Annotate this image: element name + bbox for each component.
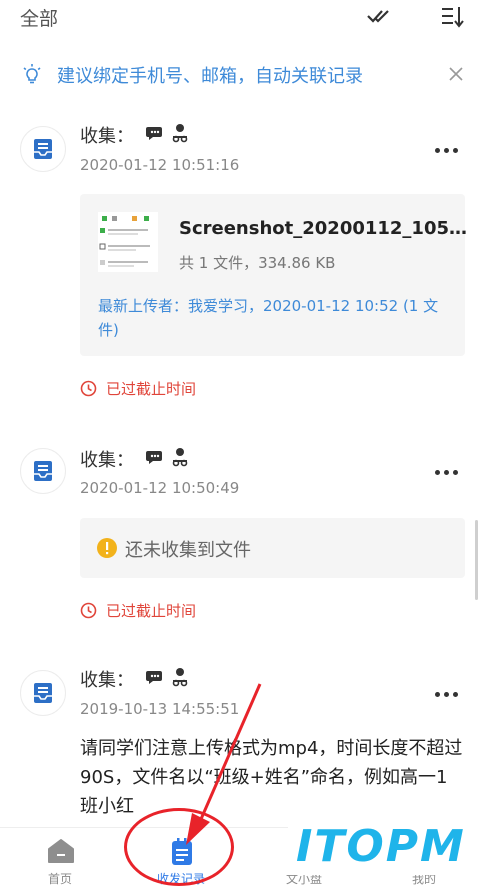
bind-phone-tip[interactable]: 建议绑定手机号、邮箱，自动关联记录	[0, 58, 478, 98]
file-thumbnail	[98, 212, 158, 272]
file-summary[interactable]: Screenshot_20200112_105… 共 1 文件，334.86 K…	[80, 194, 468, 356]
clock-icon	[80, 380, 97, 397]
record-type-label: 收集：	[80, 450, 134, 471]
home-icon	[48, 839, 74, 863]
close-icon[interactable]	[448, 66, 464, 82]
tab-home-label: 首页	[47, 872, 72, 886]
inbox-icon	[34, 139, 52, 159]
watermark: ITOPM	[288, 819, 478, 875]
file-name: Screenshot_20200112_105…	[179, 218, 468, 239]
top-bar: 全部	[0, 0, 478, 34]
warning-icon	[97, 538, 117, 558]
file-meta: 共 1 文件，334.86 KB	[179, 254, 336, 272]
deadline-text: 已过截止时间	[106, 380, 197, 398]
more-options-button[interactable]	[435, 146, 459, 154]
record-icons	[146, 447, 192, 471]
empty-files-notice: 还未收集到文件	[80, 518, 465, 578]
record-icons	[146, 123, 192, 147]
clock-icon	[80, 602, 97, 619]
record-type-label: 收集：	[80, 126, 134, 147]
tab-home[interactable]: 首页	[10, 828, 110, 888]
more-options-button[interactable]	[435, 468, 459, 476]
more-options-button[interactable]	[435, 690, 459, 698]
sort-icon[interactable]	[440, 4, 464, 28]
lightbulb-icon	[23, 64, 41, 84]
record-time: 2020-01-12 10:50:49	[80, 479, 240, 497]
tip-text: 建议绑定手机号、邮箱，自动关联记录	[57, 66, 363, 87]
chat-icon	[146, 451, 162, 464]
latest-uploader: 最新上传者：我爱学习，2020-01-12 10:52 (1 文件)	[98, 297, 439, 339]
record-icons	[146, 667, 192, 691]
watermark-text: ITOPM	[296, 821, 466, 872]
anonymous-user-icon	[172, 124, 188, 143]
inbox-icon	[34, 683, 52, 703]
inbox-icon	[34, 461, 52, 481]
chat-icon	[146, 127, 162, 140]
annotation-circle	[124, 808, 234, 886]
collection-description: 请同学们注意上传格式为mp4，时间长度不超过90S，文件名以“班级+姓名”命名，…	[80, 738, 463, 817]
record-type-label: 收集：	[80, 670, 134, 691]
collection-avatar	[20, 670, 66, 716]
chat-icon	[146, 671, 162, 684]
empty-files-text: 还未收集到文件	[125, 540, 251, 561]
record-time: 2020-01-12 10:51:16	[80, 156, 240, 174]
filter-title[interactable]: 全部	[20, 4, 58, 31]
collection-avatar	[20, 126, 66, 172]
anonymous-user-icon	[172, 668, 188, 687]
collection-avatar	[20, 448, 66, 494]
deadline-text: 已过截止时间	[106, 602, 197, 620]
anonymous-user-icon	[172, 448, 188, 467]
mark-all-read-icon[interactable]	[366, 4, 390, 28]
record-time: 2019-10-13 14:55:51	[80, 700, 240, 718]
